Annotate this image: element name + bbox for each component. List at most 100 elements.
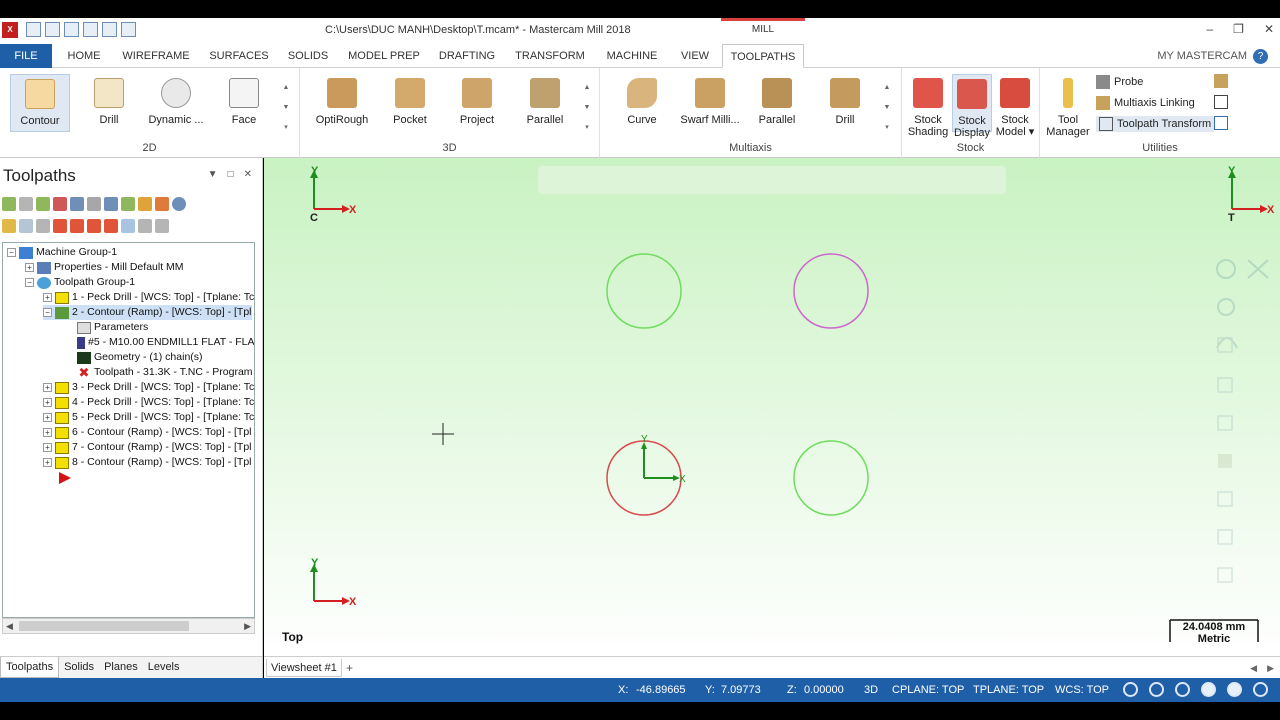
viewsheet-tab[interactable]: Viewsheet #1 [266,659,342,677]
tree-node-properties[interactable]: + Properties - Mill Default MM [25,260,184,275]
tree-node-toolpath[interactable]: ✖ Toolpath - 31.3K - T.NC - Program [77,365,253,380]
swarf-milling-button[interactable]: Swarf Milli... [678,74,742,132]
probe-button[interactable]: Probe [1096,75,1143,89]
tab-solids-panel[interactable]: Solids [59,657,99,678]
tab-toolpaths-panel[interactable]: Toolpaths [0,657,60,678]
select-all-invalid-icon[interactable] [19,197,33,211]
post-selected-icon[interactable] [121,197,135,211]
tree-node-op5[interactable]: + 5 - Peck Drill - [WCS: Top] - [Tplane:… [43,410,254,425]
contour-button[interactable]: Contour [10,74,70,132]
lock-icon[interactable] [2,219,16,233]
scroll-thumb[interactable] [19,621,189,631]
close-button[interactable]: ✕ [1264,22,1274,36]
verify-icon[interactable] [87,197,101,211]
tree-node-op2[interactable]: − 2 - Contour (Ramp) - [WCS: Top] - [Tpl [43,305,252,320]
tab-drafting[interactable]: DRAFTING [436,44,498,68]
parallel-3d-button[interactable]: Parallel [515,74,575,132]
insert-arrow-marker[interactable] [59,470,71,485]
single-select-icon[interactable] [121,219,135,233]
viewport-canvas[interactable]: Y X C Y X T Y X Y X Top 24.0408 mm Metri… [264,158,1280,656]
tree-node-toolpath-group[interactable]: − Toolpath Group-1 [25,275,135,290]
viewsheet-prev-icon[interactable]: ◀ [1250,659,1257,677]
collapse-icon[interactable]: − [7,248,16,257]
help-icon[interactable]: ? [1253,48,1268,64]
tab-view[interactable]: VIEW [676,44,714,68]
high-feed-icon[interactable] [138,197,152,211]
status-tplane[interactable]: TPLANE: TOP [973,678,1044,702]
tree-node-parameters[interactable]: Parameters [77,320,148,335]
wireframe-sphere-icon[interactable] [1227,682,1242,697]
tab-wireframe[interactable]: WIREFRAME [120,44,192,68]
tool-manager-button[interactable]: Tool Manager [1044,74,1092,138]
globe-shaded-icon[interactable] [1175,682,1190,697]
panel-pin-icon[interactable]: □ [228,169,234,180]
multiaxis-linking-button[interactable]: Multiaxis Linking [1096,96,1195,110]
insert-arrow-icon[interactable] [87,219,101,233]
scroll-to-arrow-icon[interactable] [104,219,118,233]
globe-icon[interactable] [1123,682,1138,697]
tree-node-tool[interactable]: #5 - M10.00 ENDMILL1 FLAT - FLA [77,335,254,350]
tab-planes-panel[interactable]: Planes [99,657,143,678]
faded-right-toolbar[interactable] [1216,259,1269,583]
panel-close-icon[interactable]: ✕ [244,169,252,180]
optirough-button[interactable]: OptiRough [312,74,372,132]
tab-toolpaths[interactable]: TOOLPATHS [722,44,804,68]
move-up-icon[interactable] [70,219,84,233]
tree-node-machine-group[interactable]: − Machine Group-1 [7,245,117,260]
circle-top-left[interactable] [606,253,682,329]
tree-node-op1[interactable]: + 1 - Peck Drill - [WCS: Top] - [Tplane:… [43,290,254,305]
expand-icon[interactable]: + [43,443,52,452]
tree-node-op7[interactable]: + 7 - Contour (Ramp) - [WCS: Top] - [Tpl [43,440,252,455]
save-icon[interactable] [64,22,79,37]
add-viewsheet-button[interactable]: + [346,659,353,677]
collapse-icon[interactable]: − [25,278,34,287]
minimize-button[interactable]: – [1206,22,1213,36]
status-wcs[interactable]: WCS: TOP [1055,678,1109,702]
stock-model-button[interactable]: Stock Model ▾ [994,74,1036,138]
ribbon-scroll-2d[interactable]: ▲ ▼ ▾ [281,78,291,138]
project-button[interactable]: Project [447,74,507,132]
expand-icon[interactable]: + [43,293,52,302]
toggle-display-icon[interactable] [19,219,33,233]
tree-node-geometry[interactable]: Geometry - (1) chain(s) [77,350,203,365]
globe-grid-icon[interactable] [1149,682,1164,697]
tab-transform[interactable]: TRANSFORM [512,44,588,68]
move-down-icon[interactable] [53,219,67,233]
drill-button[interactable]: Drill [79,74,139,132]
show-all-icon[interactable] [155,219,169,233]
graphics-viewport[interactable]: Y X C Y X T Y X Y X Top 24.0408 mm Metri… [264,158,1280,656]
select-all-operations-icon[interactable] [2,197,16,211]
my-mastercam-label[interactable]: MY MASTERCAM [1157,44,1247,68]
panel-dropdown-icon[interactable]: ▼ [208,169,218,180]
panel-help-icon[interactable] [172,197,186,211]
utility-extra-icon-3[interactable] [1214,116,1228,130]
render-sphere-icon[interactable] [1253,682,1268,697]
parallel-multiaxis-button[interactable]: Parallel [747,74,807,132]
tree-node-op6[interactable]: + 6 - Contour (Ramp) - [WCS: Top] - [Tpl [43,425,252,440]
scroll-right-icon[interactable]: ▶ [244,619,251,633]
utility-extra-icon-2[interactable] [1214,95,1228,109]
tab-surfaces[interactable]: SURFACES [206,44,272,68]
undo-icon[interactable] [102,22,117,37]
toolpath-transform-button[interactable]: Toolpath Transform [1096,116,1215,132]
floating-toolbar[interactable] [538,166,1006,194]
toggle-posting-icon[interactable] [36,219,50,233]
my-mastercam[interactable]: MY MASTERCAM ? [1157,44,1268,68]
status-mode[interactable]: 3D [864,678,878,702]
pocket-button[interactable]: Pocket [380,74,440,132]
curve-button[interactable]: Curve [612,74,672,132]
tab-file[interactable]: FILE [0,44,52,68]
tree-node-op4[interactable]: + 4 - Peck Drill - [WCS: Top] - [Tplane:… [43,395,254,410]
tree-node-op3[interactable]: + 3 - Peck Drill - [WCS: Top] - [Tplane:… [43,380,254,395]
face-button[interactable]: Face [214,74,274,132]
open-file-icon[interactable] [45,22,60,37]
drill-multiaxis-button[interactable]: Drill [815,74,875,132]
print-icon[interactable] [83,22,98,37]
expand-icon[interactable]: + [43,428,52,437]
utility-extra-icon-1[interactable] [1214,74,1228,88]
simulate-icon[interactable] [104,197,118,211]
tab-levels-panel[interactable]: Levels [143,657,185,678]
tab-solids[interactable]: SOLIDS [284,44,332,68]
status-z-value[interactable]: 0.00000 [804,678,844,702]
regenerate-dirty-icon[interactable] [53,197,67,211]
